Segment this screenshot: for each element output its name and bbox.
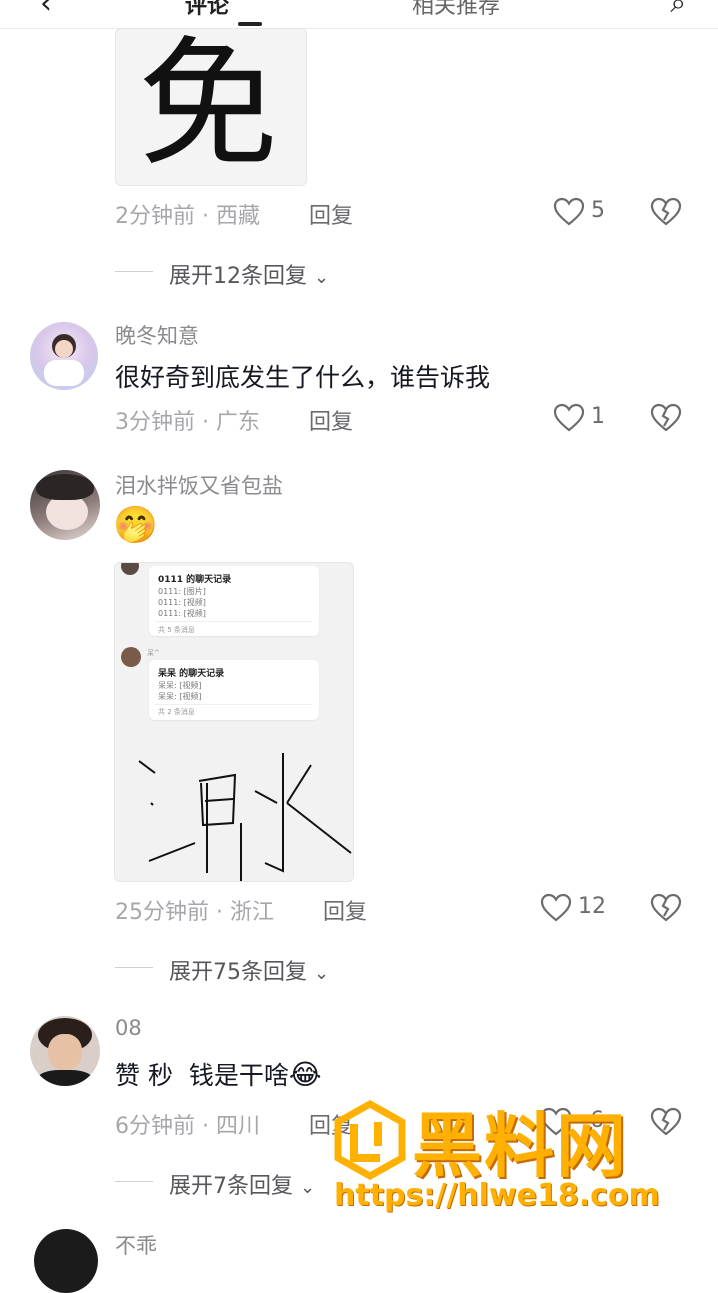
avatar-face — [55, 340, 73, 358]
chat-record-line: 0111: [图片] — [158, 587, 206, 596]
top-bar: ‹ 评论 相关推荐 ⌕ — [0, 0, 718, 29]
broken-heart-icon — [650, 1107, 682, 1136]
card-divider — [155, 621, 313, 622]
avatar[interactable] — [30, 1016, 100, 1086]
chat-record-line: 呆呆: [视频] — [158, 681, 202, 690]
avatar[interactable] — [30, 470, 100, 540]
emoji-laughing: 😂 — [288, 1058, 322, 1091]
comment-meta: 2分钟前 · 西藏 — [115, 198, 260, 230]
meta-dot: · — [202, 204, 216, 229]
expand-divider — [115, 271, 153, 272]
comment-location: 浙江 — [230, 900, 275, 925]
comment-location: 广东 — [216, 410, 261, 435]
watermark-url: https://hlwe18.com — [334, 1178, 660, 1213]
username[interactable]: 晚冬知意 — [115, 320, 199, 350]
chat-record-title: 呆呆 的聊天记录 — [158, 669, 225, 679]
expand-replies-button[interactable]: 展开7条回复 ⌄ — [169, 1168, 315, 1200]
avatar[interactable] — [30, 322, 98, 390]
avatar-face — [48, 1034, 82, 1070]
card-divider — [155, 704, 313, 705]
comment-image-character: 免 — [138, 28, 279, 186]
active-tab-indicator — [238, 22, 262, 26]
watermark-logo-icon — [330, 1099, 410, 1181]
watermark-logo-text: 黑料网 — [412, 1105, 628, 1187]
like-count: 1 — [591, 404, 605, 429]
like-count: 12 — [578, 894, 606, 919]
handwriting-scribble — [138, 753, 352, 881]
like-button[interactable] — [540, 893, 572, 927]
dislike-button[interactable] — [650, 1107, 682, 1141]
tab-comments[interactable]: 评论 — [185, 0, 229, 20]
comment-location: 西藏 — [216, 204, 261, 229]
chevron-down-icon: ⌄ — [314, 963, 330, 984]
username[interactable]: 08 — [115, 1016, 142, 1040]
comment-time: 3分钟前 — [115, 410, 195, 435]
comment-time: 6分钟前 — [115, 1114, 195, 1139]
like-button[interactable] — [553, 403, 585, 437]
meta-dot: · — [202, 1114, 216, 1139]
expand-replies-button[interactable]: 展开75条回复 ⌄ — [169, 954, 329, 986]
comment-text: 赞 秒 钱是干啥😂 — [115, 1056, 322, 1092]
chat-sender-name: 呆^ — [147, 649, 160, 657]
comment-time: 25分钟前 — [115, 900, 209, 925]
avatar[interactable] — [34, 1229, 98, 1293]
meta-dot: · — [216, 900, 230, 925]
expand-replies-label: 展开75条回复 — [169, 960, 307, 985]
like-button[interactable] — [553, 197, 585, 231]
reply-button[interactable]: 回复 — [309, 198, 353, 230]
dislike-button[interactable] — [650, 893, 682, 927]
watermark-emblem-icon — [334, 1099, 406, 1181]
reply-button[interactable]: 回复 — [309, 404, 353, 436]
reply-button[interactable]: 回复 — [323, 894, 367, 926]
comment-image[interactable]: 免 — [115, 28, 307, 186]
chat-record-title: 0111 的聊天记录 — [158, 575, 232, 585]
username[interactable]: 泪水拌饭又省包盐 — [115, 470, 283, 500]
comment-location: 四川 — [216, 1114, 261, 1139]
comment-meta: 3分钟前 · 广东 — [115, 404, 260, 436]
chat-avatar — [121, 647, 141, 667]
chevron-down-icon: ⌄ — [314, 267, 330, 288]
chat-record-card: 呆呆 的聊天记录 呆呆: [视频] 呆呆: [视频] 共 2 条消息 — [149, 660, 319, 720]
comment-meta: 25分钟前 · 浙江 — [115, 894, 274, 926]
broken-heart-icon — [650, 893, 682, 922]
expand-replies-label: 展开12条回复 — [169, 264, 307, 289]
chat-record-line: 0111: [视频] — [158, 609, 206, 618]
chat-record-line: 0111: [视频] — [158, 598, 206, 607]
avatar-body — [44, 360, 84, 386]
emoji-shushing: 🤭 — [113, 505, 158, 546]
broken-heart-icon — [650, 197, 682, 226]
chat-record-line: 呆呆: [视频] — [158, 692, 202, 701]
broken-heart-icon — [650, 403, 682, 432]
dislike-button[interactable] — [650, 403, 682, 437]
expand-divider — [115, 967, 153, 968]
expand-replies-button[interactable]: 展开12条回复 ⌄ — [169, 258, 329, 290]
like-count: 5 — [591, 198, 605, 223]
comment-image[interactable]: 0111 的聊天记录 0111: [图片] 0111: [视频] 0111: [… — [114, 562, 354, 882]
heart-icon — [553, 403, 585, 432]
heart-icon — [540, 893, 572, 922]
chat-avatar — [121, 563, 139, 575]
meta-dot: · — [202, 410, 216, 435]
comment-text-body: 赞 秒 钱是干啥 — [115, 1061, 289, 1090]
expand-replies-label: 展开7条回复 — [169, 1174, 293, 1199]
tab-related[interactable]: 相关推荐 — [412, 0, 500, 20]
username[interactable]: 不乖 — [115, 1230, 157, 1260]
comment-time: 2分钟前 — [115, 204, 195, 229]
expand-divider — [115, 1181, 153, 1182]
dislike-button[interactable] — [650, 197, 682, 231]
chat-record-footer: 共 5 条消息 — [158, 626, 195, 634]
chat-record-card: 0111 的聊天记录 0111: [图片] 0111: [视频] 0111: [… — [149, 566, 319, 636]
heart-icon — [553, 197, 585, 226]
comment-text: 很好奇到底发生了什么，谁告诉我 — [115, 363, 491, 392]
search-icon[interactable]: ⌕ — [670, 0, 686, 20]
avatar-hair — [36, 474, 94, 500]
chat-record-footer: 共 2 条消息 — [158, 708, 195, 716]
chevron-down-icon: ⌄ — [300, 1177, 316, 1198]
comment-meta: 6分钟前 · 四川 — [115, 1108, 260, 1140]
avatar-body — [38, 1070, 92, 1086]
back-arrow-icon[interactable]: ‹ — [40, 0, 52, 21]
